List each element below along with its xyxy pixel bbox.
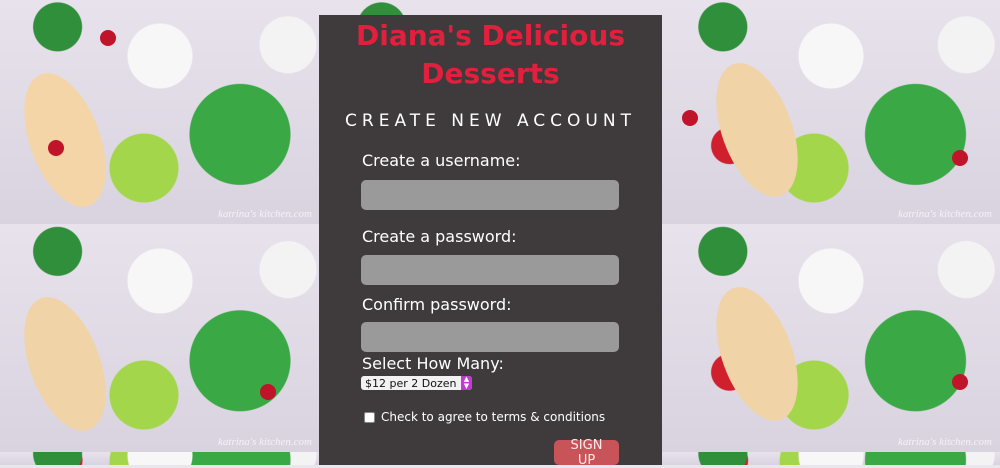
terms-row[interactable]: Check to agree to terms & conditions [364, 410, 605, 424]
candy-cane-cookie [700, 52, 814, 208]
red-berry [100, 30, 116, 46]
terms-checkbox[interactable] [364, 411, 375, 423]
background-tile: katrina's kitchen.com [662, 224, 1000, 452]
red-berry [260, 384, 276, 400]
background-tile [0, 452, 320, 465]
candy-cane-cookie [8, 286, 122, 442]
watermark: katrina's kitchen.com [218, 436, 312, 448]
password-label: Create a password: [362, 227, 517, 246]
terms-label: Check to agree to terms & conditions [381, 410, 606, 424]
signup-panel: Diana's Delicious Desserts CREATE NEW AC… [319, 15, 662, 468]
username-input[interactable] [361, 180, 619, 210]
username-label: Create a username: [362, 151, 521, 170]
candy-cane-cookie [8, 62, 122, 218]
background-tile [662, 452, 1000, 465]
form-heading: CREATE NEW ACCOUNT [345, 111, 636, 131]
background-tile: katrina's kitchen.com [0, 224, 320, 452]
watermark: katrina's kitchen.com [218, 208, 312, 220]
red-berry [952, 150, 968, 166]
red-berry [48, 140, 64, 156]
confirm-password-label: Confirm password: [362, 295, 512, 314]
background-tile: katrina's kitchen.com [662, 0, 1000, 224]
confirm-password-input[interactable] [361, 322, 619, 352]
background-tile: katrina's kitchen.com [0, 0, 320, 224]
password-input[interactable] [361, 255, 619, 285]
red-berry [952, 374, 968, 390]
candy-cane-cookie [700, 276, 814, 432]
signup-button[interactable]: SIGN UP [554, 438, 619, 468]
quantity-label: Select How Many: [362, 354, 504, 373]
red-berry [682, 110, 698, 126]
brand-title: Diana's Delicious Desserts [355, 19, 625, 90]
watermark: katrina's kitchen.com [898, 436, 992, 448]
quantity-select-value: $12 per 2 Dozen [365, 376, 457, 390]
watermark: katrina's kitchen.com [898, 208, 992, 220]
quantity-select[interactable]: $12 per 2 Dozen ▲ ▼ [361, 376, 472, 390]
select-arrows-icon: ▲ ▼ [461, 376, 472, 390]
